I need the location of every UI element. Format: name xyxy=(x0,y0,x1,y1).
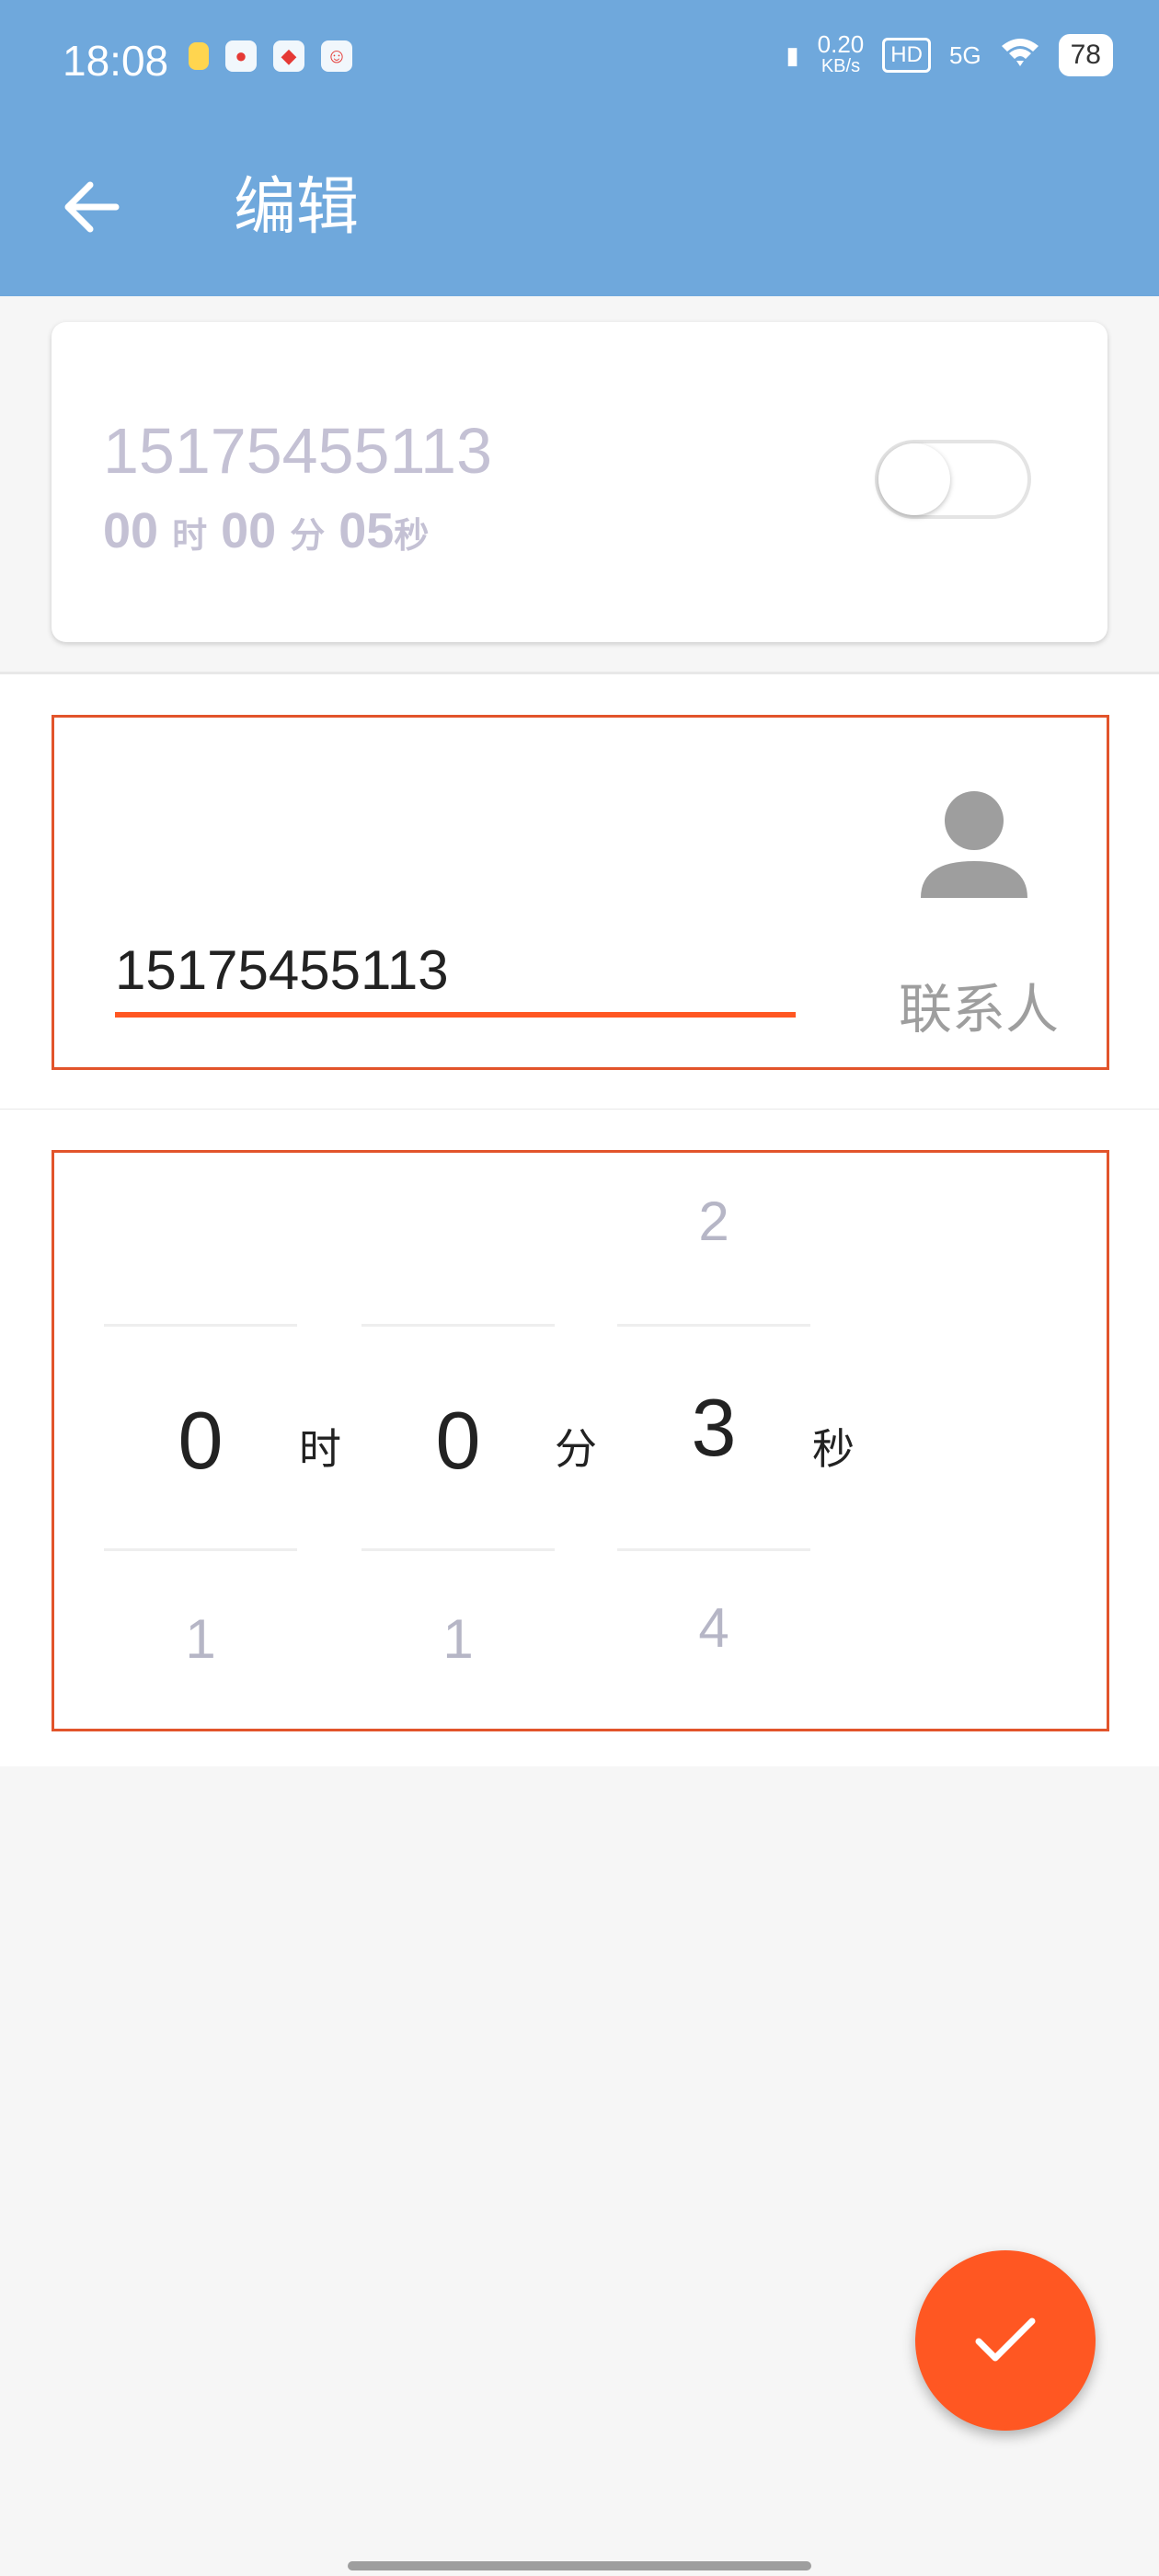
signal-icon: 5G xyxy=(948,40,981,69)
notification-icons: ● ◆ ☺ xyxy=(189,40,352,72)
app-header: 18:08 ● ◆ ☺ ▮ 0.20 KB/s HD 5G 78 编辑 xyxy=(0,0,1159,296)
gesture-bar[interactable] xyxy=(348,2561,811,2570)
network-speed: 0.20 KB/s xyxy=(817,30,865,76)
card-phone-number: 15175455113 xyxy=(103,415,493,487)
card-duration: 00 时 00 分 05秒 xyxy=(103,503,430,558)
seconds-next: 4 xyxy=(698,1597,729,1659)
seconds-wheel[interactable]: 2 3 4 xyxy=(617,1153,810,1734)
seconds-unit: 秒 xyxy=(812,1425,855,1473)
hours-unit: 时 xyxy=(299,1425,341,1473)
status-time: 18:08 xyxy=(63,37,169,85)
wheel-divider xyxy=(617,1324,810,1327)
arrow-left-icon xyxy=(64,181,120,233)
vibrate-icon: ▮ xyxy=(786,40,799,69)
minutes-unit: 分 xyxy=(555,1425,597,1473)
timer-picker-frame: 0 1 时 0 1 分 2 3 4 秒 xyxy=(52,1150,1109,1731)
back-button[interactable] xyxy=(59,175,123,239)
timer-section: 0 1 时 0 1 分 2 3 4 秒 xyxy=(0,1110,1159,1766)
minutes-wheel[interactable]: 0 1 xyxy=(361,1153,555,1734)
alarm-card[interactable]: 15175455113 00 时 00 分 05秒 xyxy=(52,322,1107,642)
hours-selected: 0 xyxy=(178,1395,224,1486)
toggle-knob xyxy=(878,443,950,515)
status-right: ▮ 0.20 KB/s HD 5G 78 xyxy=(786,30,1113,77)
hd-badge: HD xyxy=(882,38,931,73)
seconds-selected: 3 xyxy=(691,1382,737,1473)
wheel-divider xyxy=(617,1548,810,1551)
contact-label[interactable]: 联系人 xyxy=(873,966,1084,1043)
hours-wheel[interactable]: 0 1 xyxy=(104,1153,297,1734)
contact-button[interactable] xyxy=(901,784,1048,903)
phone-section: 15175455113 联系人 xyxy=(0,672,1159,1111)
person-icon xyxy=(921,791,1027,898)
check-icon xyxy=(975,2317,1036,2362)
input-underline xyxy=(115,1012,796,1018)
wheel-divider xyxy=(104,1324,297,1327)
app-notification-icon: ◆ xyxy=(273,40,304,72)
app-notification-icon: ☺ xyxy=(321,40,352,72)
phone-input-frame: 15175455113 联系人 xyxy=(52,715,1109,1070)
page-title: 编辑 xyxy=(234,172,360,242)
wifi-icon xyxy=(1000,37,1040,75)
enable-toggle[interactable] xyxy=(875,440,1031,519)
minutes-next: 1 xyxy=(442,1608,474,1670)
seconds-prev: 2 xyxy=(698,1190,729,1252)
wheel-divider xyxy=(361,1548,555,1551)
hours-next: 1 xyxy=(185,1608,216,1670)
app-notification-icon: ● xyxy=(225,40,257,72)
sim-icon xyxy=(189,42,209,70)
battery-indicator: 78 xyxy=(1058,34,1113,76)
wheel-divider xyxy=(361,1324,555,1327)
minutes-selected: 0 xyxy=(435,1395,481,1486)
wheel-divider xyxy=(104,1548,297,1551)
phone-number-input[interactable]: 15175455113 xyxy=(115,938,792,1003)
confirm-button[interactable] xyxy=(915,2250,1096,2431)
